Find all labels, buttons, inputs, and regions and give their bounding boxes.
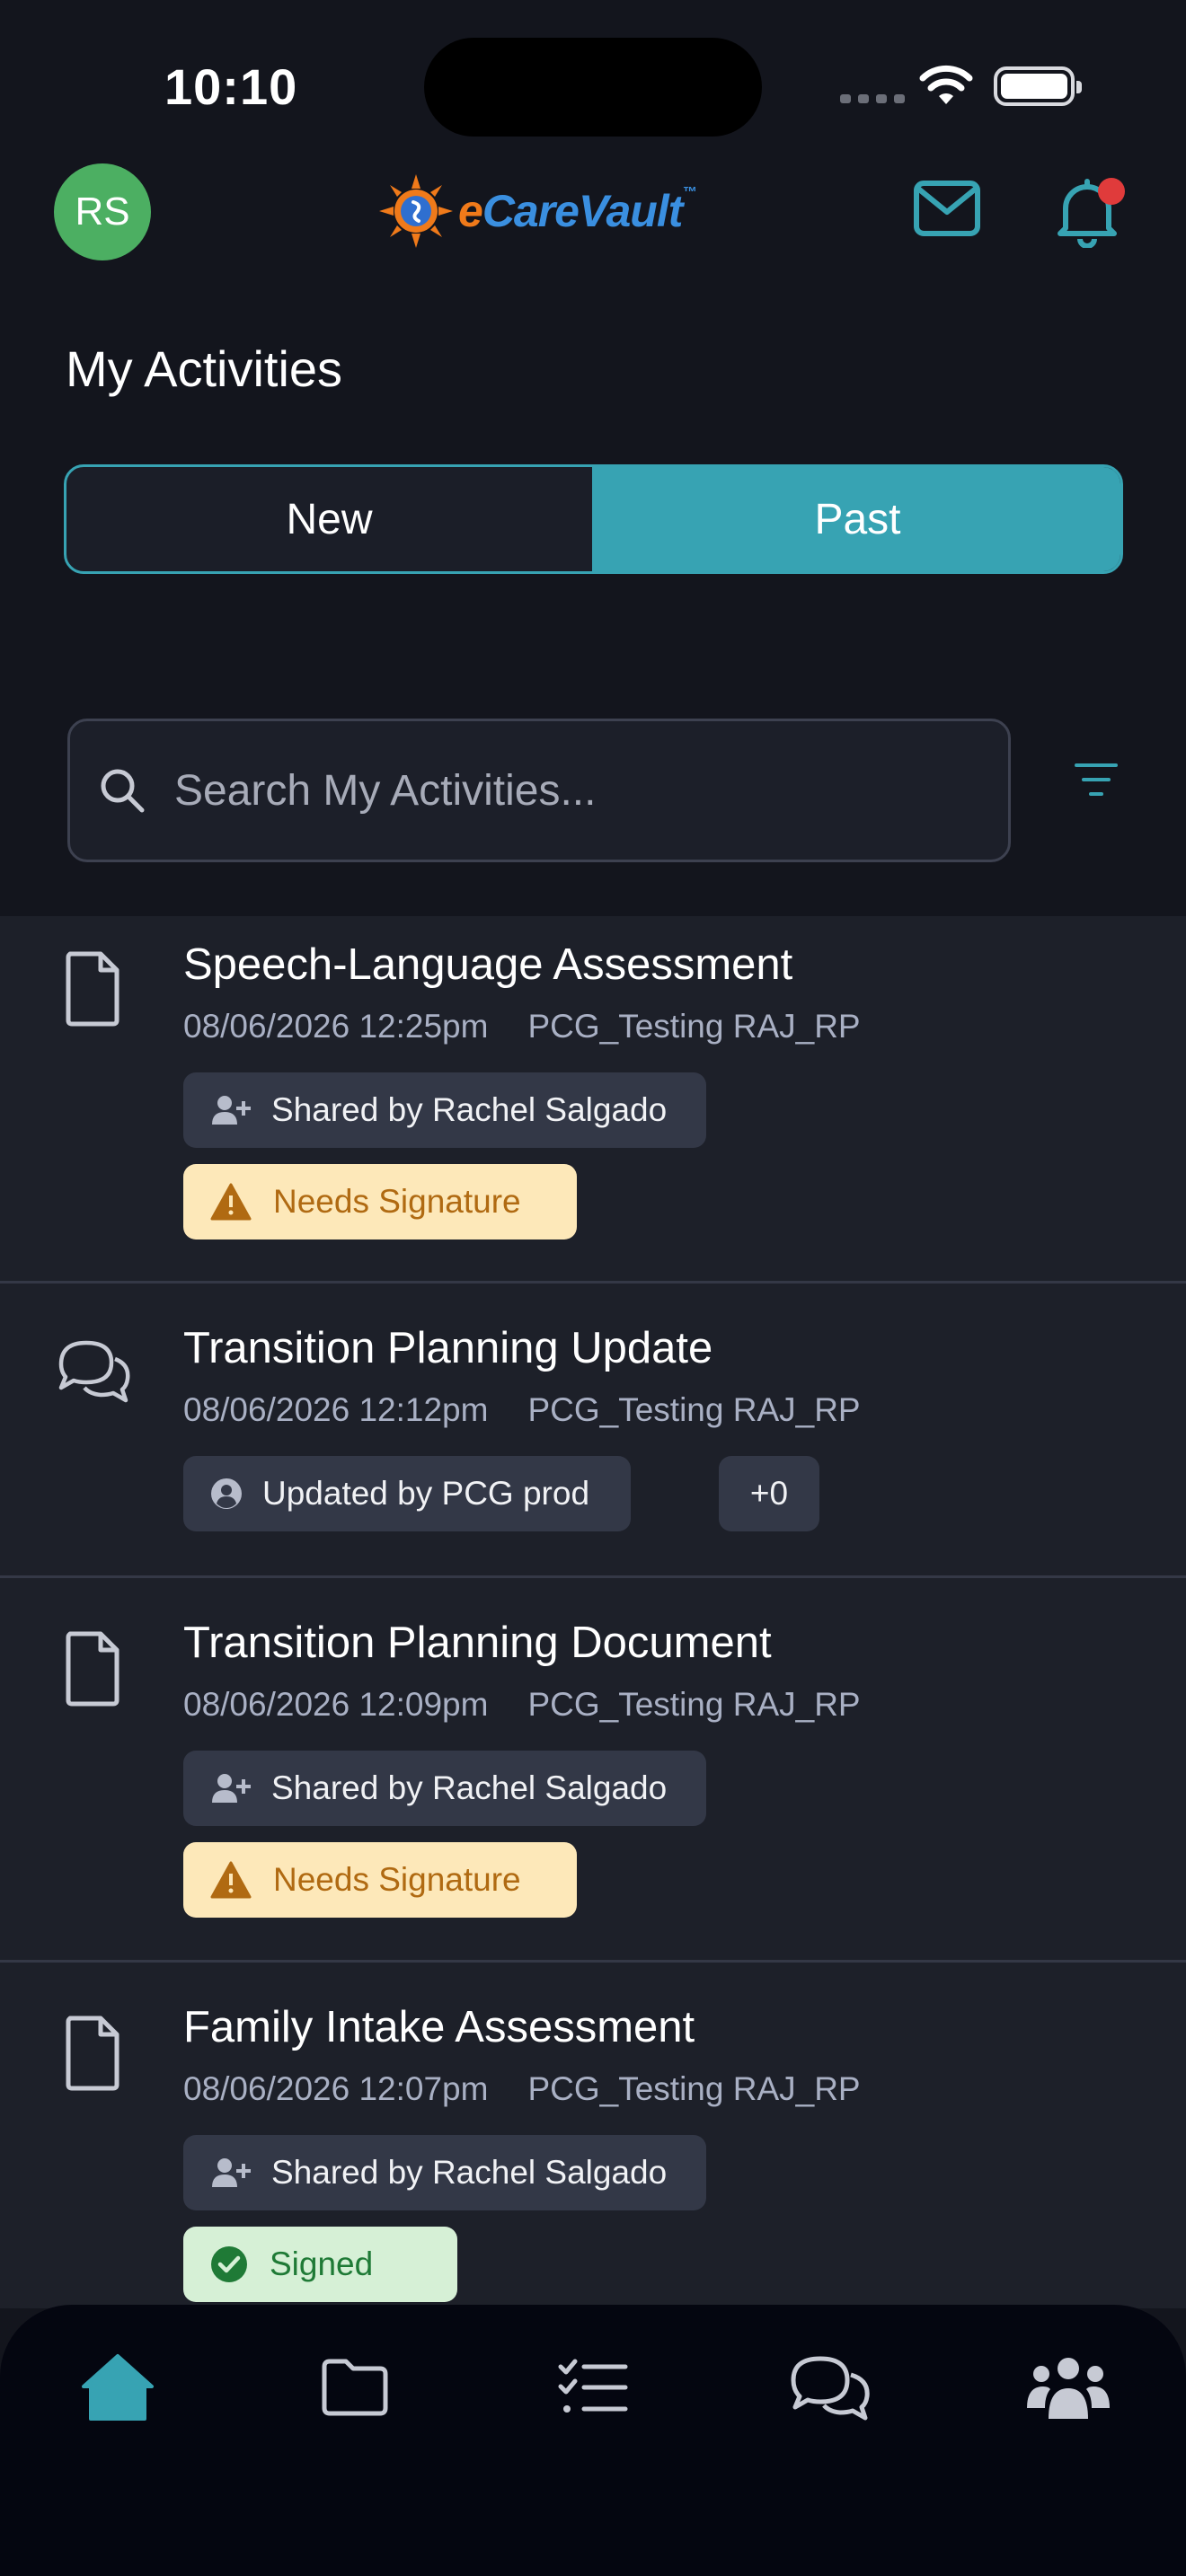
avatar[interactable]: RS (54, 163, 151, 260)
chat-icon (791, 2356, 870, 2421)
nav-people[interactable] (1019, 2342, 1118, 2432)
document-icon (66, 951, 119, 1027)
shared-by-chip: Shared by Rachel Salgado (183, 1751, 707, 1826)
chat-icon (58, 1340, 130, 1403)
nav-folder[interactable] (305, 2342, 404, 2432)
list-item[interactable]: Transition Planning Document 08/06/2026 … (0, 1578, 1186, 1963)
bottom-nav (0, 2305, 1186, 2576)
battery-icon (994, 66, 1082, 106)
add-user-icon (212, 1096, 251, 1125)
home-icon (82, 2354, 154, 2421)
activity-org: PCG_Testing RAJ_RP (527, 1686, 861, 1723)
status-badge: Needs Signature (183, 1164, 577, 1239)
avatar-initials: RS (75, 190, 130, 234)
activity-datetime: 08/06/2026 12:09pm (183, 1686, 489, 1723)
activity-meta: 08/06/2026 12:25pm PCG_Testing RAJ_RP (183, 1008, 861, 1045)
checklist-icon (558, 2359, 628, 2413)
tab-past[interactable]: Past (595, 467, 1120, 571)
activity-meta: 08/06/2026 12:07pm PCG_Testing RAJ_RP (183, 2070, 861, 2108)
activity-datetime: 08/06/2026 12:07pm (183, 2070, 489, 2107)
logo-wordmark: eCareVault™ (458, 185, 696, 236)
nav-home[interactable] (68, 2342, 167, 2432)
cellular-signal-icon (840, 94, 905, 103)
document-icon (66, 2016, 119, 2091)
add-user-icon (212, 1774, 251, 1803)
search-input[interactable] (174, 765, 983, 816)
activity-title: Family Intake Assessment (183, 2003, 695, 2051)
mail-icon[interactable] (913, 180, 981, 237)
notifications-button[interactable] (1053, 176, 1125, 249)
tab-new[interactable]: New (66, 467, 595, 571)
activity-meta: 08/06/2026 12:09pm PCG_Testing RAJ_RP (183, 1686, 861, 1724)
activity-org: PCG_Testing RAJ_RP (527, 1391, 861, 1428)
warning-icon (210, 1861, 252, 1899)
list-item[interactable]: Speech-Language Assessment 08/06/2026 12… (0, 916, 1186, 1284)
wifi-icon (919, 65, 973, 104)
status-time: 10:10 (164, 58, 298, 115)
nav-messages[interactable] (782, 2342, 881, 2432)
document-icon (66, 1631, 119, 1707)
activity-title: Speech-Language Assessment (183, 940, 793, 989)
activity-org: PCG_Testing RAJ_RP (527, 2070, 861, 2107)
people-icon (1027, 2358, 1110, 2419)
shared-by-chip: Shared by Rachel Salgado (183, 1072, 707, 1148)
activity-datetime: 08/06/2026 12:25pm (183, 1008, 489, 1045)
list-item[interactable]: Family Intake Assessment 08/06/2026 12:0… (0, 1963, 1186, 2308)
status-badge: Signed (183, 2227, 458, 2302)
activity-title: Transition Planning Document (183, 1619, 772, 1667)
nav-tasks[interactable] (544, 2342, 642, 2432)
count-chip: +0 (719, 1456, 819, 1531)
add-user-icon (212, 2158, 251, 2187)
activity-list: Speech-Language Assessment 08/06/2026 12… (0, 916, 1186, 2308)
sun-logo-icon (379, 174, 453, 248)
shared-by-chip: Shared by Rachel Salgado (183, 2135, 707, 2210)
activity-title: Transition Planning Update (183, 1324, 713, 1372)
activity-tabs: New Past (64, 464, 1123, 574)
activity-org: PCG_Testing RAJ_RP (527, 1008, 861, 1045)
search-bar (67, 719, 1011, 862)
status-bar: 10:10 (0, 0, 1186, 144)
app-logo: eCareVault™ (377, 171, 728, 251)
activity-datetime: 08/06/2026 12:12pm (183, 1391, 489, 1428)
folder-icon (322, 2359, 388, 2416)
filter-icon[interactable] (1075, 760, 1118, 799)
page-title: My Activities (66, 340, 343, 397)
notification-badge (1098, 178, 1125, 205)
status-badge: Needs Signature (183, 1842, 577, 1918)
user-circle-icon (211, 1478, 242, 1509)
updated-by-chip: Updated by PCG prod (183, 1456, 632, 1531)
check-circle-icon (211, 2246, 247, 2282)
warning-icon (210, 1183, 252, 1221)
list-item[interactable]: Transition Planning Update 08/06/2026 12… (0, 1284, 1186, 1578)
activity-meta: 08/06/2026 12:12pm PCG_Testing RAJ_RP (183, 1391, 861, 1429)
dynamic-island (424, 38, 762, 137)
search-icon (101, 769, 145, 813)
